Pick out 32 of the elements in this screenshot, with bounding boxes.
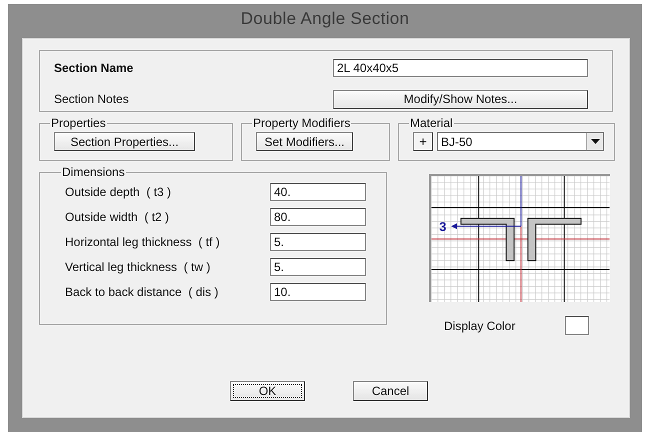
- cancel-button[interactable]: Cancel: [353, 381, 428, 401]
- dimension-label: Vertical leg thickness ( tw ): [65, 260, 212, 274]
- dimension-field[interactable]: 10.: [270, 283, 366, 301]
- axis-label: 3: [439, 219, 446, 234]
- dimension-field[interactable]: 5.: [270, 258, 366, 276]
- dimension-label: Horizontal leg thickness ( tf ): [65, 235, 221, 249]
- right-angle-shape: [527, 218, 582, 262]
- section-name-label: Section Name: [54, 61, 134, 76]
- group-title: Dimensions: [61, 165, 126, 179]
- caret-icon[interactable]: [586, 133, 603, 150]
- color-swatch[interactable]: [565, 316, 589, 335]
- dimension-field[interactable]: 80.: [270, 208, 366, 226]
- dimension-label: Outside depth ( t3 ): [65, 185, 172, 199]
- ok-button[interactable]: OK: [230, 381, 305, 401]
- axis-arrow: [451, 223, 522, 230]
- section-properties-button[interactable]: Section Properties...: [54, 132, 195, 151]
- modify-notes-button[interactable]: Modify/Show Notes...: [333, 90, 588, 109]
- set-modifiers-button[interactable]: Set Modifiers...: [256, 132, 353, 151]
- display-color-label: Display Color: [444, 318, 516, 332]
- dimension-field[interactable]: 40.: [270, 183, 366, 201]
- left-angle-shape: [460, 218, 515, 262]
- group-title: Property Modifiers: [252, 116, 352, 130]
- section-name-field[interactable]: 2L 40x40x5: [333, 59, 588, 78]
- group-title: Material: [409, 116, 454, 130]
- dimension-label: Outside width ( t2 ): [65, 210, 170, 224]
- group-title: Properties: [50, 116, 107, 130]
- material-dropdown[interactable]: BJ-50: [437, 132, 604, 151]
- window-title: Double Angle Section: [240, 8, 410, 30]
- dimension-label: Back to back distance ( dis ): [65, 285, 220, 299]
- add-material-button[interactable]: +: [413, 132, 433, 151]
- section-notes-label: Section Notes: [54, 92, 130, 106]
- dimension-field[interactable]: 5.: [270, 233, 366, 251]
